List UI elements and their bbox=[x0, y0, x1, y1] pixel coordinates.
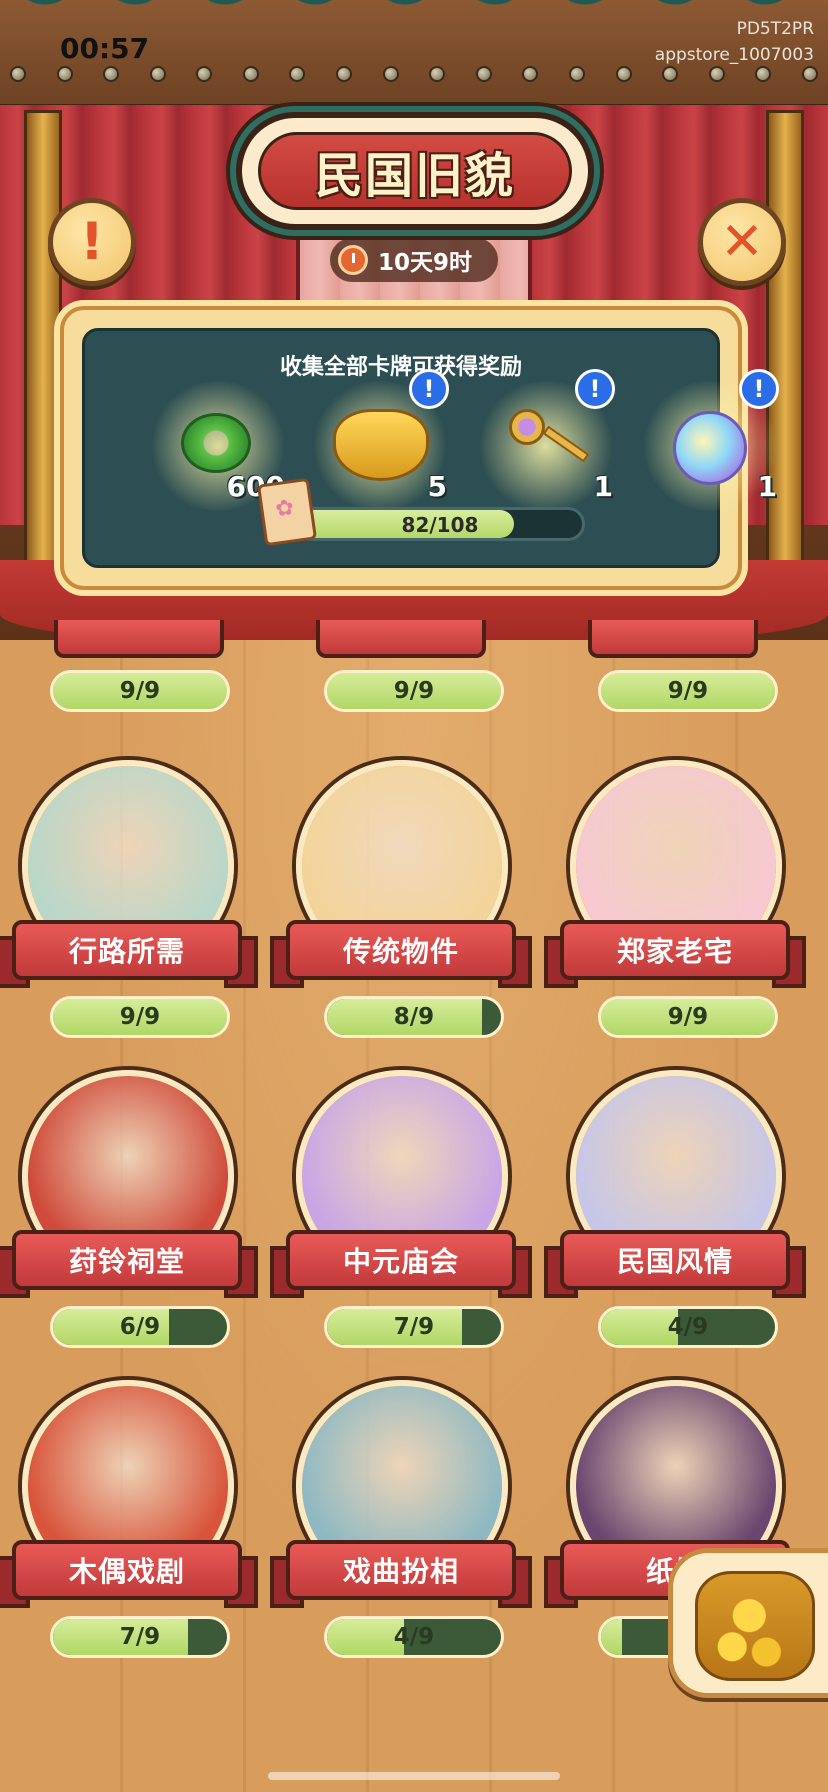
light-bulb-icon bbox=[429, 66, 446, 82]
page-title: 民国旧貌 bbox=[314, 148, 515, 204]
collection-progress: 9/9 bbox=[598, 670, 778, 712]
collection-progress: 9/9 bbox=[598, 996, 778, 1038]
home-indicator[interactable] bbox=[268, 1772, 560, 1780]
reward-count: 1 bbox=[593, 470, 613, 503]
collection-progress: 7/9 bbox=[324, 1306, 504, 1348]
exclamation-icon: ! bbox=[80, 212, 104, 272]
collection-ribbon: 戏曲扮相 bbox=[270, 1540, 532, 1608]
alert-icon[interactable]: ! bbox=[739, 369, 779, 409]
timer-text: 10天9时 bbox=[378, 250, 473, 276]
reward-treasure-chest[interactable]: 5 ! bbox=[305, 369, 455, 511]
light-bulb-icon bbox=[475, 66, 492, 82]
golden-key-icon bbox=[509, 409, 545, 445]
collection-ribbon: 中元庙会 bbox=[270, 1230, 532, 1298]
close-button[interactable]: ✕ bbox=[698, 198, 786, 286]
light-bulb-icon bbox=[289, 66, 306, 82]
collection-progress: 9/9 bbox=[50, 670, 230, 712]
title-plaque: 民国旧貌 bbox=[236, 112, 594, 230]
collection-progress: 7/9 bbox=[50, 1616, 230, 1658]
pillar-left bbox=[24, 110, 62, 580]
light-bulb-icon bbox=[336, 66, 353, 82]
card-deck-icon bbox=[256, 477, 318, 547]
treasure-coins-icon bbox=[695, 1571, 815, 1681]
reward-header: 收集全部卡牌可获得奖励 bbox=[279, 355, 522, 380]
collection-ribbon: 行路所需 bbox=[0, 920, 258, 988]
clock-icon bbox=[338, 245, 368, 275]
reward-crystal-orb[interactable]: 1 ! bbox=[635, 369, 785, 511]
stage-light-row bbox=[10, 66, 818, 82]
light-bulb-icon bbox=[103, 66, 120, 82]
light-bulb-icon bbox=[568, 66, 585, 82]
reward-count: 1 bbox=[757, 470, 777, 503]
collection-progress: 9/9 bbox=[324, 670, 504, 712]
jade-coin-icon bbox=[181, 413, 251, 473]
reward-panel: 收集全部卡牌可获得奖励 600 5 ! 1 ! 1 ! 82/108 bbox=[60, 306, 780, 590]
light-bulb-icon bbox=[149, 66, 166, 82]
light-bulb-icon bbox=[708, 66, 725, 82]
collection-progress: 9/9 bbox=[50, 996, 230, 1038]
collection-progress: 6/9 bbox=[50, 1306, 230, 1348]
light-bulb-icon bbox=[662, 66, 679, 82]
light-bulb-icon bbox=[56, 66, 73, 82]
light-bulb-icon bbox=[196, 66, 213, 82]
reward-golden-key[interactable]: 1 ! bbox=[471, 369, 621, 511]
light-bulb-icon bbox=[10, 66, 26, 82]
collection-ribbon: 郑家老宅 bbox=[544, 920, 806, 988]
reward-count: 5 bbox=[427, 470, 447, 503]
collection-ribbon: 木偶戏剧 bbox=[0, 1540, 258, 1608]
collection-ribbon: 民国风情 bbox=[544, 1230, 806, 1298]
event-timer: 10天9时 bbox=[330, 238, 498, 282]
light-bulb-icon bbox=[242, 66, 259, 82]
total-progress-bar: 82/108 bbox=[295, 507, 585, 541]
close-icon: ✕ bbox=[720, 212, 764, 272]
ribbon-partial bbox=[54, 620, 224, 658]
device-id: PD5T2PR appstore_1007003 bbox=[654, 19, 814, 65]
ribbon-partial bbox=[316, 620, 486, 658]
light-bulb-icon bbox=[801, 66, 818, 82]
info-button[interactable]: ! bbox=[48, 198, 136, 286]
collection-ribbon: 传统物件 bbox=[270, 920, 532, 988]
collection-progress: 4/9 bbox=[324, 1616, 504, 1658]
treasure-chest-icon bbox=[333, 409, 429, 481]
light-bulb-icon bbox=[522, 66, 539, 82]
collection-progress: 8/9 bbox=[324, 996, 504, 1038]
light-bulb-icon bbox=[755, 66, 772, 82]
treasure-button[interactable] bbox=[668, 1548, 828, 1698]
alert-icon[interactable]: ! bbox=[575, 369, 615, 409]
alert-icon[interactable]: ! bbox=[409, 369, 449, 409]
status-time: 00:57 bbox=[60, 32, 150, 65]
collection-ribbon: 荮铃祠堂 bbox=[0, 1230, 258, 1298]
total-progress-text: 82/108 bbox=[401, 513, 479, 537]
light-bulb-icon bbox=[615, 66, 632, 82]
light-bulb-icon bbox=[382, 66, 399, 82]
ribbon-partial bbox=[588, 620, 758, 658]
crystal-orb-icon bbox=[673, 411, 747, 485]
collection-progress: 4/9 bbox=[598, 1306, 778, 1348]
